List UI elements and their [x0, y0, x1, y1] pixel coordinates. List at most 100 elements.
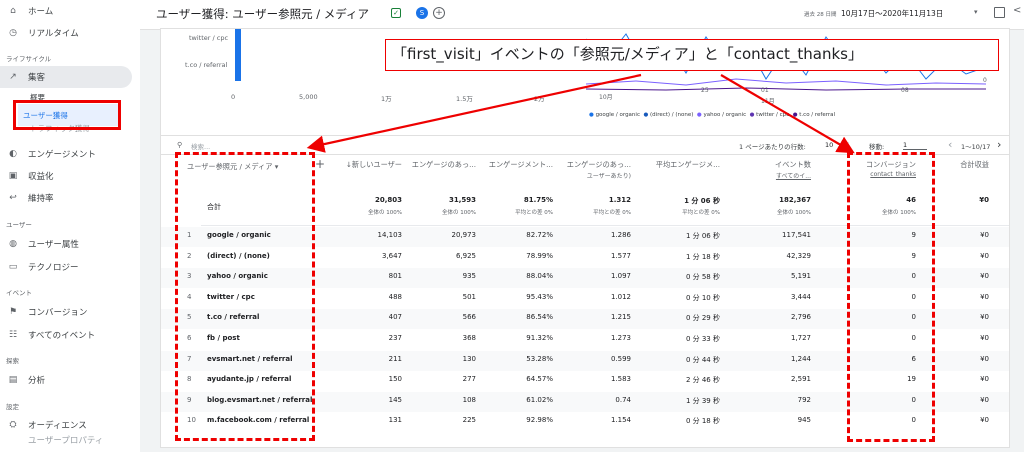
row-value: 1.583: [610, 375, 631, 384]
row-value: 277: [462, 375, 476, 384]
total-value: 1.312: [608, 196, 631, 204]
sidebar-item-label: すべてのイベント: [28, 331, 96, 341]
row-value: 131: [388, 416, 402, 425]
sidebar-item-acquisition[interactable]: ↗ 集客: [0, 66, 132, 88]
arrow-to-dimension: [306, 73, 642, 153]
sidebar-item-user-attributes[interactable]: ◍ ユーザー属性: [0, 233, 79, 255]
sidebar-item-user-properties[interactable]: ユーザープロパティ: [28, 434, 103, 446]
date-range-label: 過去 28 日間: [804, 12, 837, 18]
sidebar-item-home[interactable]: ⌂ ホーム: [0, 0, 53, 22]
acquisition-icon: ↗: [9, 72, 17, 82]
sidebar-item-retention[interactable]: ↩ 維持率: [0, 187, 54, 209]
row-value: 368: [462, 334, 476, 342]
total-sub: 全体の 100%: [777, 210, 811, 216]
row-value: 3,444: [790, 292, 811, 301]
share-icon[interactable]: <: [1013, 5, 1021, 16]
row-value: 2 分 46 秒: [685, 376, 720, 385]
add-comparison-icon[interactable]: +: [433, 7, 445, 19]
total-sub: 全体の 100%: [368, 210, 402, 216]
row-value: 0 分 10 秒: [685, 293, 720, 302]
sidebar-item-monetization[interactable]: ▣ 収益化: [0, 165, 54, 187]
sidebar-item-analysis[interactable]: ▤ 分析: [0, 369, 45, 391]
sidebar-item-all-events[interactable]: ☷ すべてのイベント: [0, 324, 95, 346]
avatar[interactable]: S: [416, 7, 428, 19]
globe-icon: ◍: [9, 239, 17, 249]
row-value: 1 分 39 秒: [685, 396, 720, 405]
row-value: 0.74: [615, 395, 631, 404]
events-icon: ☷: [8, 330, 18, 340]
row-value: 488: [388, 292, 402, 301]
row-value: 792: [797, 395, 811, 404]
engagement-icon: ◐: [9, 149, 17, 159]
row-value: 53.28%: [526, 354, 553, 363]
row-value: 130: [462, 354, 476, 363]
row-value: 0 分 18 秒: [685, 417, 720, 426]
row-value: 225: [462, 416, 476, 425]
sidebar-item-label: 集客: [28, 73, 46, 83]
retention-icon: ↩: [9, 193, 17, 203]
highlight-box: [13, 100, 121, 130]
check-icon: ✓: [391, 8, 401, 18]
arrow-to-conversion: [720, 74, 855, 154]
sidebar-item-label: エンゲージメント: [28, 150, 96, 160]
row-value: 0 分 58 秒: [685, 273, 720, 282]
page-title: ユーザー獲得: ユーザー参照元 / メディア: [156, 7, 369, 21]
row-value: 801: [388, 272, 402, 281]
row-value: ¥0: [980, 272, 989, 281]
sidebar-item-label: ユーザー属性: [28, 240, 79, 250]
row-value: 0 分 44 秒: [685, 355, 720, 364]
sidebar-item-realtime[interactable]: ◷ リアルタイム: [0, 22, 79, 44]
total-value: 182,367: [779, 196, 811, 204]
home-icon: ⌂: [10, 6, 16, 16]
highlight-dimension-column: [175, 152, 315, 441]
row-value: 6,925: [455, 251, 476, 260]
row-value: 3,647: [381, 251, 402, 260]
sidebar: ⌂ ホーム ◷ リアルタイム ライフサイクル ↗ 集客 概要 ユーザー獲得 トラフィッ…: [0, 0, 140, 452]
row-value: 92.98%: [526, 416, 553, 425]
section-explore: 探索: [6, 357, 19, 365]
row-value: 407: [388, 313, 402, 322]
sidebar-item-audiences[interactable]: ⛭ オーディエンス: [0, 414, 87, 436]
row-value: 1.577: [610, 251, 631, 260]
row-value: 1.286: [610, 231, 631, 239]
row-value: 1 分 18 秒: [685, 252, 720, 261]
row-value: ¥0: [980, 231, 989, 239]
chevron-down-icon[interactable]: ▾: [974, 8, 978, 16]
total-sub: 平均との差 0%: [682, 210, 720, 216]
row-value: 86.54%: [526, 313, 553, 322]
row-value: ¥0: [980, 292, 989, 301]
row-value: 0.599: [610, 354, 631, 363]
flag-icon: ⚑: [8, 307, 18, 317]
total-value: 1 分 06 秒: [684, 197, 720, 205]
row-value: 5,191: [790, 272, 811, 281]
section-settings: 設定: [6, 403, 19, 411]
row-value: 945: [797, 416, 811, 425]
row-value: 501: [462, 292, 476, 301]
row-value: 108: [462, 395, 476, 404]
section-user: ユーザー: [6, 221, 32, 229]
row-value: 88.04%: [526, 272, 553, 281]
edit-icon[interactable]: [994, 7, 1005, 18]
row-value: 237: [388, 334, 402, 342]
sidebar-item-label: 維持率: [28, 194, 54, 204]
row-value: 2,591: [790, 375, 811, 384]
sidebar-item-conversions[interactable]: ⚑ コンバージョン: [0, 301, 87, 323]
row-value: 91.32%: [526, 334, 553, 342]
row-value: 211: [388, 354, 402, 363]
row-value: 2,796: [790, 313, 811, 322]
row-value: 566: [462, 313, 476, 322]
sidebar-item-technology[interactable]: ▭ テクノロジー: [0, 256, 79, 278]
section-event: イベント: [6, 289, 32, 297]
annotation-arrows: [306, 73, 855, 154]
row-value: 14,103: [377, 231, 403, 239]
row-value: 1.273: [610, 334, 631, 342]
row-value: 42,329: [786, 251, 812, 260]
analysis-icon: ▤: [8, 375, 18, 385]
date-range-picker[interactable]: 10月17日〜2020年11月13日: [841, 8, 943, 19]
row-value: 61.02%: [526, 395, 553, 404]
audience-icon: ⛭: [9, 420, 17, 430]
row-value: 117,541: [782, 231, 811, 239]
sidebar-item-engagement[interactable]: ◐ エンゲージメント: [0, 143, 96, 165]
sidebar-item-label: オーディエンス: [28, 421, 87, 431]
row-value: ¥0: [980, 251, 989, 260]
